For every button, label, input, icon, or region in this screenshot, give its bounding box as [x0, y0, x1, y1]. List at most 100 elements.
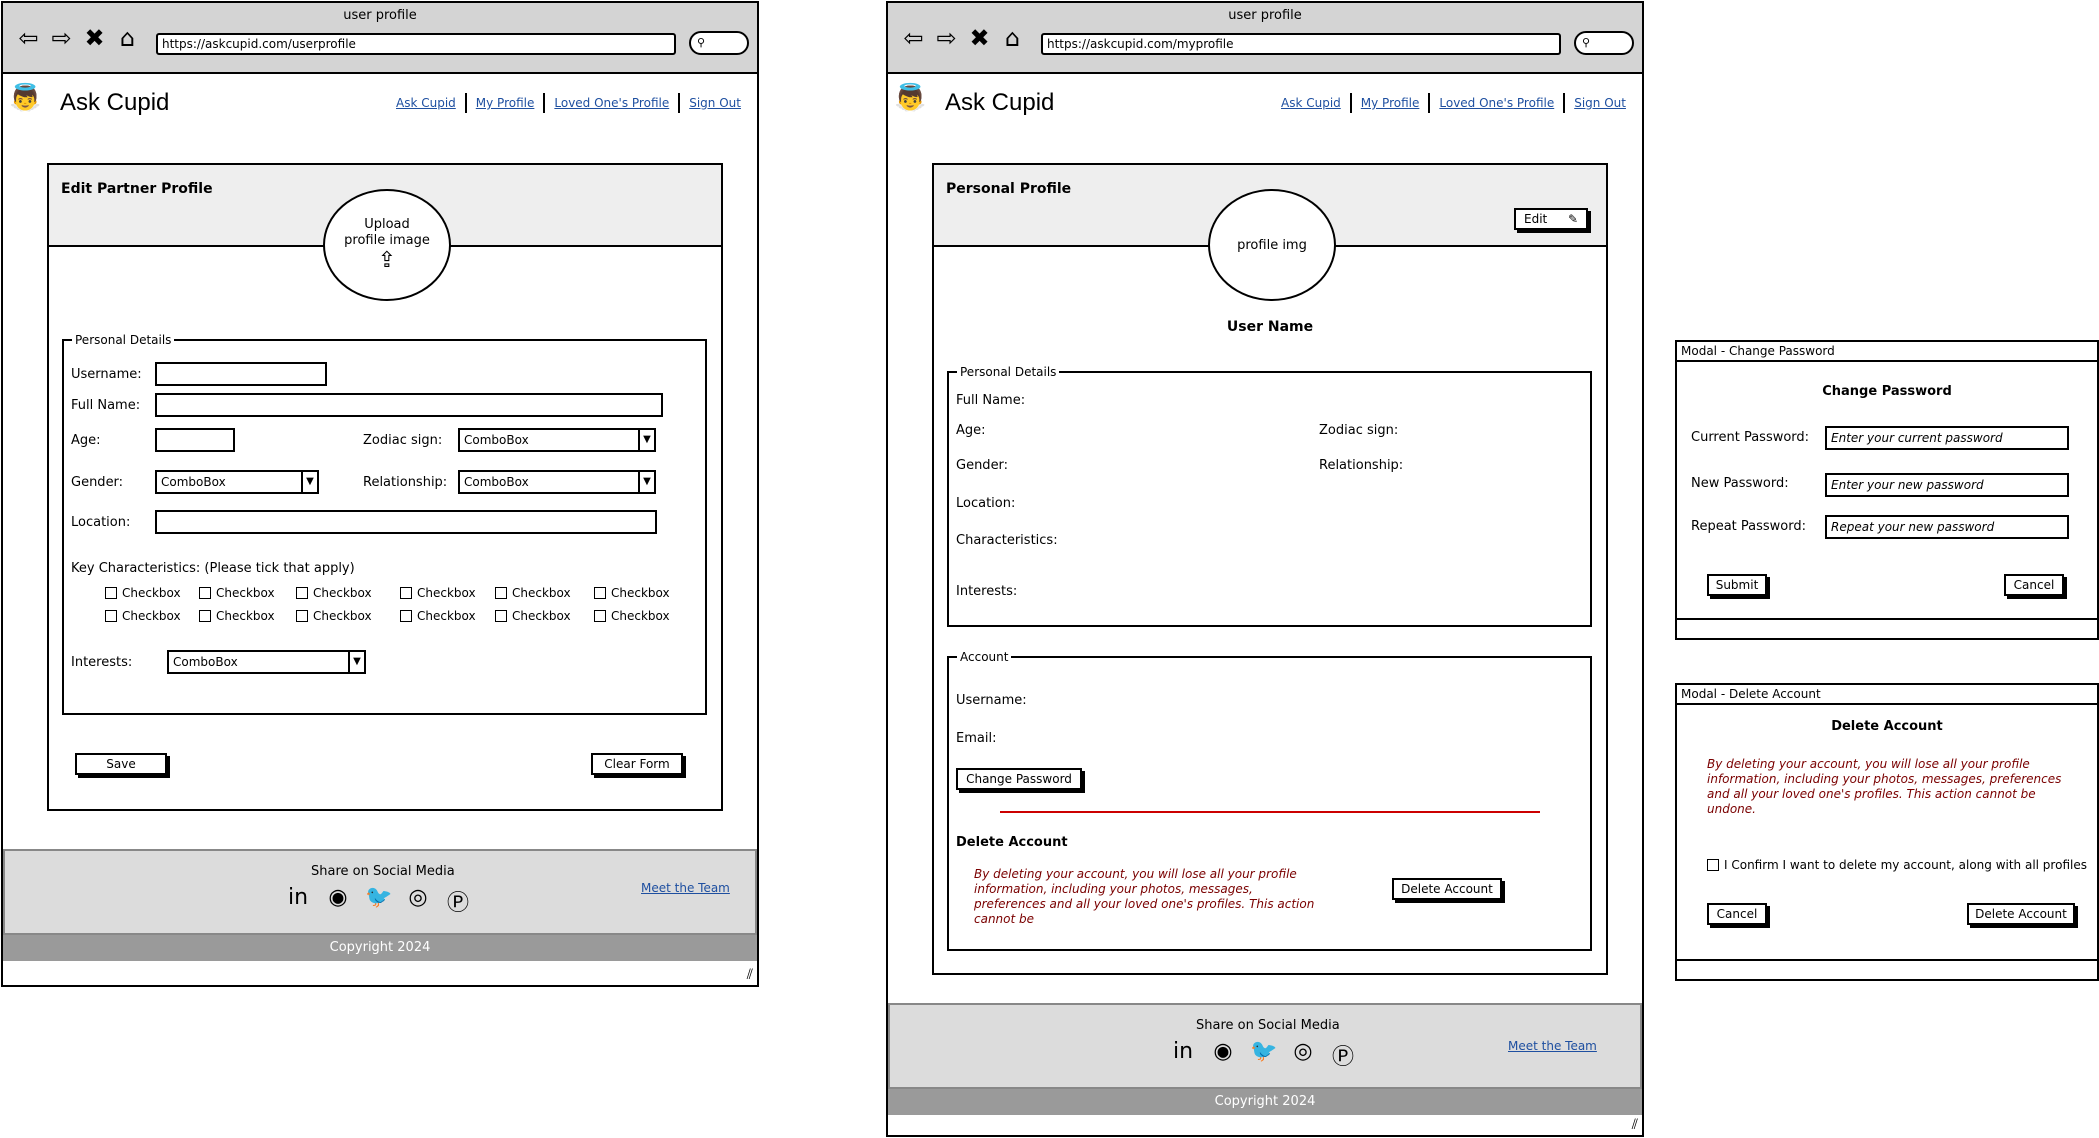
change-password-modal: Modal - Change Password Change Password … [1675, 340, 2099, 640]
checkbox-r1-c3[interactable]: Checkbox [296, 586, 372, 600]
location-label: Location: [956, 496, 1016, 511]
location-label: Location: [71, 515, 131, 530]
url-bar[interactable]: https://askcupid.com/myprofile [1041, 33, 1561, 55]
checkbox-r1-c2[interactable]: Checkbox [199, 586, 275, 600]
browser-toolbar: user profile ⇦ ⇨ ✖ ⌂ https://askcupid.co… [3, 3, 757, 74]
full-name-label: Full Name: [956, 393, 1026, 408]
zodiac-label: Zodiac sign: [1319, 423, 1399, 438]
upload-text: Upload profile image [344, 217, 430, 248]
resize-handle-icon[interactable]: ⫽ [1632, 1117, 1638, 1133]
checkbox-r2-c6[interactable]: Checkbox [594, 609, 670, 623]
personal-profile-panel: Personal Profile Edit ✎ profile img User … [932, 163, 1608, 975]
nav-sign-out[interactable]: Sign Out [680, 96, 750, 110]
nav-loved-ones-profile[interactable]: Loved One's Profile [545, 96, 678, 110]
nav-loved-ones-profile[interactable]: Loved One's Profile [1430, 96, 1563, 110]
relationship-select[interactable]: ComboBox ▼ [458, 470, 656, 494]
search-icon[interactable]: ⚲ [1574, 31, 1634, 55]
chevron-down-icon: ▼ [638, 430, 654, 450]
twitter-icon[interactable]: 🐦 [1250, 1039, 1277, 1071]
checkbox-r1-c1[interactable]: Checkbox [105, 586, 181, 600]
social-links: in ◉ 🐦 ◎ Ⓟ [1170, 1039, 1356, 1071]
submit-button[interactable]: Submit [1707, 574, 1767, 596]
gender-select[interactable]: ComboBox ▼ [155, 470, 319, 494]
home-icon[interactable]: ⌂ [114, 25, 141, 51]
full-name-input[interactable] [155, 393, 663, 417]
chevron-down-icon: ▼ [638, 472, 654, 492]
instagram-icon[interactable]: ◎ [405, 885, 431, 917]
username-input[interactable] [155, 362, 327, 386]
repeat-password-input[interactable]: Repeat your new password [1825, 515, 2069, 539]
checkbox-r2-c1[interactable]: Checkbox [105, 609, 181, 623]
upload-profile-image[interactable]: Upload profile image ⇪ [323, 189, 451, 301]
zodiac-select[interactable]: ComboBox ▼ [458, 428, 656, 452]
back-arrow-icon[interactable]: ⇦ [15, 25, 42, 51]
linkedin-icon[interactable]: in [285, 885, 311, 917]
edit-profile-button[interactable]: Edit ✎ [1514, 208, 1588, 230]
panel-title: Edit Partner Profile [61, 181, 213, 197]
checkbox-r2-c3[interactable]: Checkbox [296, 609, 372, 623]
close-icon[interactable]: ✖ [966, 25, 993, 51]
new-password-input[interactable]: Enter your new password [1825, 473, 2069, 497]
top-navigation: Ask Cupid My Profile Loved One's Profile… [387, 93, 750, 113]
resize-handle-icon[interactable]: ⫽ [747, 967, 753, 983]
copyright-bar: Copyright 2024 [888, 1089, 1642, 1115]
clear-form-button[interactable]: Clear Form [591, 753, 683, 775]
change-password-button[interactable]: Change Password [956, 768, 1082, 790]
github-icon[interactable]: ◉ [325, 885, 351, 917]
forward-arrow-icon[interactable]: ⇨ [933, 25, 960, 51]
pinterest-icon[interactable]: Ⓟ [445, 885, 471, 917]
home-icon[interactable]: ⌂ [999, 25, 1026, 51]
nav-ask-cupid[interactable]: Ask Cupid [1272, 96, 1350, 110]
checkbox-r2-c5[interactable]: Checkbox [495, 609, 571, 623]
github-icon[interactable]: ◉ [1210, 1039, 1236, 1071]
instagram-icon[interactable]: ◎ [1290, 1039, 1316, 1071]
search-icon[interactable]: ⚲ [689, 31, 749, 55]
username-label: Username: [71, 367, 142, 382]
confirm-delete-checkbox[interactable]: I Confirm I want to delete my account, a… [1707, 858, 2087, 872]
email-label: Email: [956, 731, 997, 746]
cancel-button[interactable]: Cancel [1707, 903, 1767, 925]
location-input[interactable] [155, 510, 657, 534]
twitter-icon[interactable]: 🐦 [365, 885, 392, 917]
cupid-logo: 👼 [9, 83, 42, 113]
cancel-button[interactable]: Cancel [2004, 574, 2064, 596]
checkbox-r1-c5[interactable]: Checkbox [495, 586, 571, 600]
nav-my-profile[interactable]: My Profile [1352, 96, 1429, 110]
current-password-label: Current Password: [1691, 430, 1810, 445]
delete-account-heading: Delete Account [956, 835, 1068, 850]
delete-account-button[interactable]: Delete Account [1392, 878, 1502, 900]
section-legend: Account [960, 650, 1009, 664]
save-button[interactable]: Save [75, 753, 167, 775]
meet-team-link[interactable]: Meet the Team [641, 881, 730, 895]
modal-title: Change Password [1822, 384, 1952, 399]
cupid-logo: 👼 [894, 83, 927, 113]
window-title: user profile [343, 8, 417, 23]
panel-title: Personal Profile [946, 181, 1072, 197]
delete-warning-text: By deleting your account, you will lose … [974, 867, 1315, 926]
user-name: User Name [1226, 319, 1314, 335]
new-password-label: New Password: [1691, 476, 1789, 491]
top-navigation: Ask Cupid My Profile Loved One's Profile… [1272, 93, 1635, 113]
checkbox-r2-c2[interactable]: Checkbox [199, 609, 275, 623]
nav-ask-cupid[interactable]: Ask Cupid [387, 96, 465, 110]
pinterest-icon[interactable]: Ⓟ [1330, 1039, 1356, 1071]
current-password-input[interactable]: Enter your current password [1825, 426, 2069, 450]
checkbox-r1-c4[interactable]: Checkbox [400, 586, 476, 600]
checkbox-r1-c6[interactable]: Checkbox [594, 586, 670, 600]
age-input[interactable] [155, 428, 235, 452]
forward-arrow-icon[interactable]: ⇨ [48, 25, 75, 51]
age-label: Age: [71, 433, 101, 448]
key-characteristics-label: Key Characteristics: (Please tick that a… [71, 561, 355, 576]
meet-team-link[interactable]: Meet the Team [1508, 1039, 1597, 1053]
url-bar[interactable]: https://askcupid.com/userprofile [156, 33, 676, 55]
close-icon[interactable]: ✖ [81, 25, 108, 51]
back-arrow-icon[interactable]: ⇦ [900, 25, 927, 51]
linkedin-icon[interactable]: in [1170, 1039, 1196, 1071]
delete-account-button[interactable]: Delete Account [1967, 903, 2075, 925]
username-label: Username: [956, 693, 1027, 708]
interests-select[interactable]: ComboBox ▼ [167, 650, 366, 674]
checkbox-r2-c4[interactable]: Checkbox [400, 609, 476, 623]
nav-my-profile[interactable]: My Profile [467, 96, 544, 110]
nav-sign-out[interactable]: Sign Out [1565, 96, 1635, 110]
section-divider [1000, 811, 1540, 813]
